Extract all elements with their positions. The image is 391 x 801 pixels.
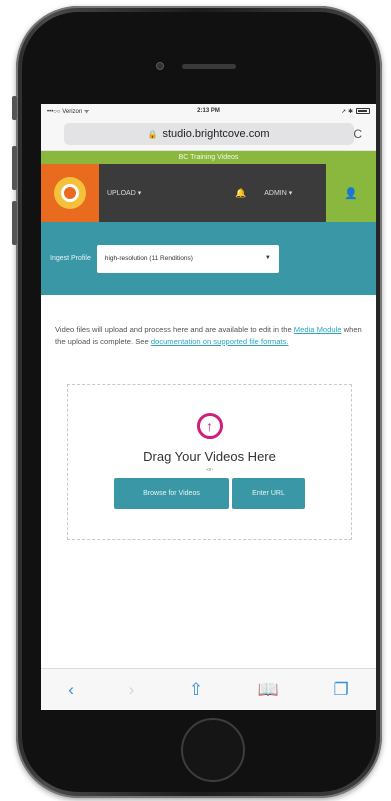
back-arrow-icon[interactable]: ‹ (68, 680, 74, 700)
url-text: studio.brightcove.com (162, 128, 270, 140)
upload-info-text: Video files will upload and process here… (55, 325, 362, 346)
media-module-link[interactable]: Media Module (294, 325, 342, 334)
status-time: 2:13 PM (197, 108, 220, 114)
or-separator: -or- (205, 467, 214, 473)
app-top-nav: UPLOAD ▾ 🔔 ADMIN ▾ 👤 (41, 164, 376, 222)
safari-address-bar: 🔒 studio.brightcove.com C (41, 118, 376, 151)
browse-videos-button[interactable]: Browse for Videos (114, 478, 229, 509)
upload-arrow-icon: ↑ (196, 413, 223, 439)
url-field[interactable]: 🔒 studio.brightcove.com (63, 123, 354, 145)
volume-up-button (12, 146, 17, 190)
enter-url-button[interactable]: Enter URL (232, 478, 305, 509)
safari-toolbar: ‹ › ⇧ 📖 ❐ (41, 668, 376, 710)
battery-icon (356, 108, 370, 114)
notifications-icon[interactable]: 🔔 (235, 164, 246, 222)
bookmarks-icon[interactable]: 📖 (258, 680, 279, 700)
forward-arrow-icon[interactable]: › (129, 680, 135, 700)
file-formats-doc-link[interactable]: documentation on supported file formats. (151, 337, 289, 346)
ingest-profile-value: high-resolution (11 Renditions) (104, 255, 193, 262)
ingest-profile-select[interactable]: high-resolution (11 Renditions) ▼ (96, 244, 279, 273)
ingest-profile-label: Ingest Profile (50, 255, 91, 262)
front-camera (156, 62, 164, 70)
chevron-down-icon: ▼ (264, 254, 271, 261)
account-name-banner: BC Training Videos (41, 151, 376, 164)
brightcove-logo[interactable] (41, 164, 99, 222)
ios-status-bar: •••○○ Verizon ᯤ 2:13 PM ➚ ✱ (41, 104, 376, 118)
video-drop-zone[interactable]: ↑ Drag Your Videos Here -or- Browse for … (67, 384, 352, 540)
user-icon[interactable]: 👤 (326, 164, 376, 222)
share-icon[interactable]: ⇧ (189, 680, 203, 700)
reload-icon[interactable]: C (353, 127, 362, 141)
home-button[interactable] (181, 718, 245, 782)
logo-icon (54, 177, 86, 209)
upload-button-row: Browse for Videos Enter URL (114, 478, 305, 509)
earpiece-speaker (182, 64, 236, 69)
phone-screen: •••○○ Verizon ᯤ 2:13 PM ➚ ✱ 🔒 studio.bri… (41, 104, 376, 710)
drag-videos-title: Drag Your Videos Here (143, 449, 276, 464)
mute-switch (12, 96, 17, 120)
ingest-profile-bar: Ingest Profile high-resolution (11 Rendi… (41, 222, 376, 295)
upload-content: Video files will upload and process here… (41, 295, 376, 540)
volume-down-button (12, 201, 17, 245)
admin-menu[interactable]: ADMIN ▾ (264, 164, 292, 222)
lock-icon: 🔒 (147, 129, 158, 139)
tabs-icon[interactable]: ❐ (333, 680, 348, 700)
upload-menu[interactable]: UPLOAD ▾ (99, 164, 219, 222)
